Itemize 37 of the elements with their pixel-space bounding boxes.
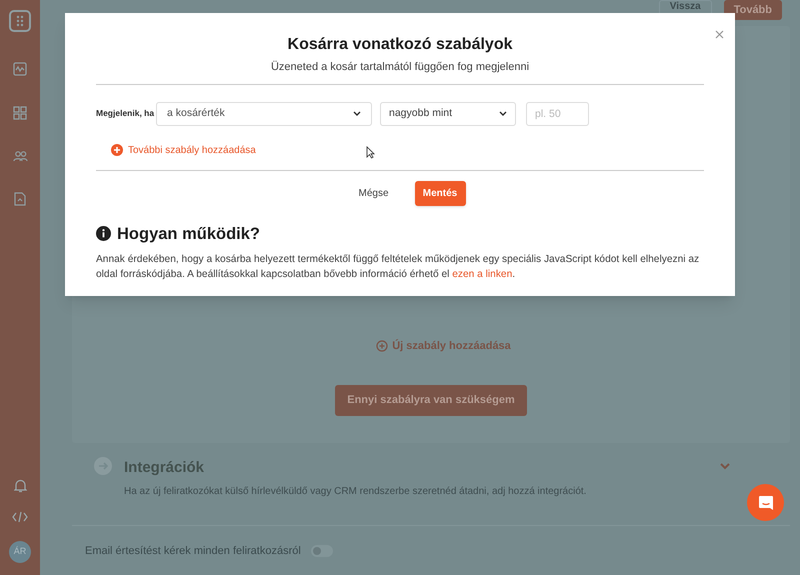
info-icon	[96, 226, 111, 242]
logo-icon[interactable]	[9, 10, 31, 32]
chevron-down-icon	[353, 111, 361, 116]
condition-label: Megjelenik, ha	[96, 107, 156, 120]
select-field[interactable]: a kosárérték	[156, 102, 372, 126]
rules-button[interactable]: Ennyi szabályra van szükségem	[335, 384, 527, 416]
bell-icon[interactable]	[14, 479, 26, 493]
section-description: Ha az új feliratkozókat külső hírlevélküldő vagy CRM rendszerbe szeretnéd átadni, adj hozzá integrációt.	[124, 484, 588, 498]
cursor-icon	[366, 146, 375, 158]
chart-icon[interactable]	[13, 62, 27, 76]
chat-icon	[758, 494, 774, 510]
help-heading: Hogyan működik?	[117, 224, 260, 244]
avatar[interactable]: ÁR	[9, 541, 31, 563]
plus-circle-icon	[111, 144, 123, 156]
save-button[interactable]: Mentés	[414, 180, 466, 206]
users-icon[interactable]	[12, 150, 28, 162]
document-icon[interactable]	[14, 192, 26, 206]
modal-title: Kosárra vonatkozó szabályok	[288, 35, 512, 55]
select-field[interactable]: nagyobb mint	[380, 102, 516, 126]
code-icon[interactable]	[12, 511, 28, 523]
add-rule-link[interactable]: Új szabály hozzáadása	[376, 338, 511, 354]
section-title: Integrációk	[124, 458, 206, 478]
toggle-label: Email értesítést kérek minden feliratkozásról	[85, 544, 301, 558]
help-link[interactable]: ezen a linken	[452, 269, 512, 280]
grid-icon[interactable]	[13, 106, 27, 120]
help-paragraph: Annak érdekében, hogy a kosárba helyezett termékektől függő feltételek működjenek egy speciális JavaScript kódot kell elhelyezni az oldal forráskódjába. A beállításokkal kapcsolatban bővebb információ érhető el ezen a linken.	[96, 253, 700, 282]
cancel-button[interactable]: Mégse	[354, 181, 392, 205]
close-icon[interactable]	[715, 30, 724, 39]
add-rule-link[interactable]: További szabály hozzáadása	[111, 142, 256, 158]
chevron-down-icon	[499, 111, 507, 116]
chevron-down-icon[interactable]	[720, 463, 730, 470]
plus-circle-icon	[376, 340, 388, 352]
next-button[interactable]: Tovább	[724, 0, 782, 20]
value-input[interactable]: pl. 50	[526, 102, 589, 126]
modal-subtitle: Üzeneted a kosár tartalmától függően fog megjelenni	[270, 60, 530, 75]
chat-button[interactable]	[747, 484, 784, 521]
toggle-switch[interactable]	[310, 544, 333, 557]
